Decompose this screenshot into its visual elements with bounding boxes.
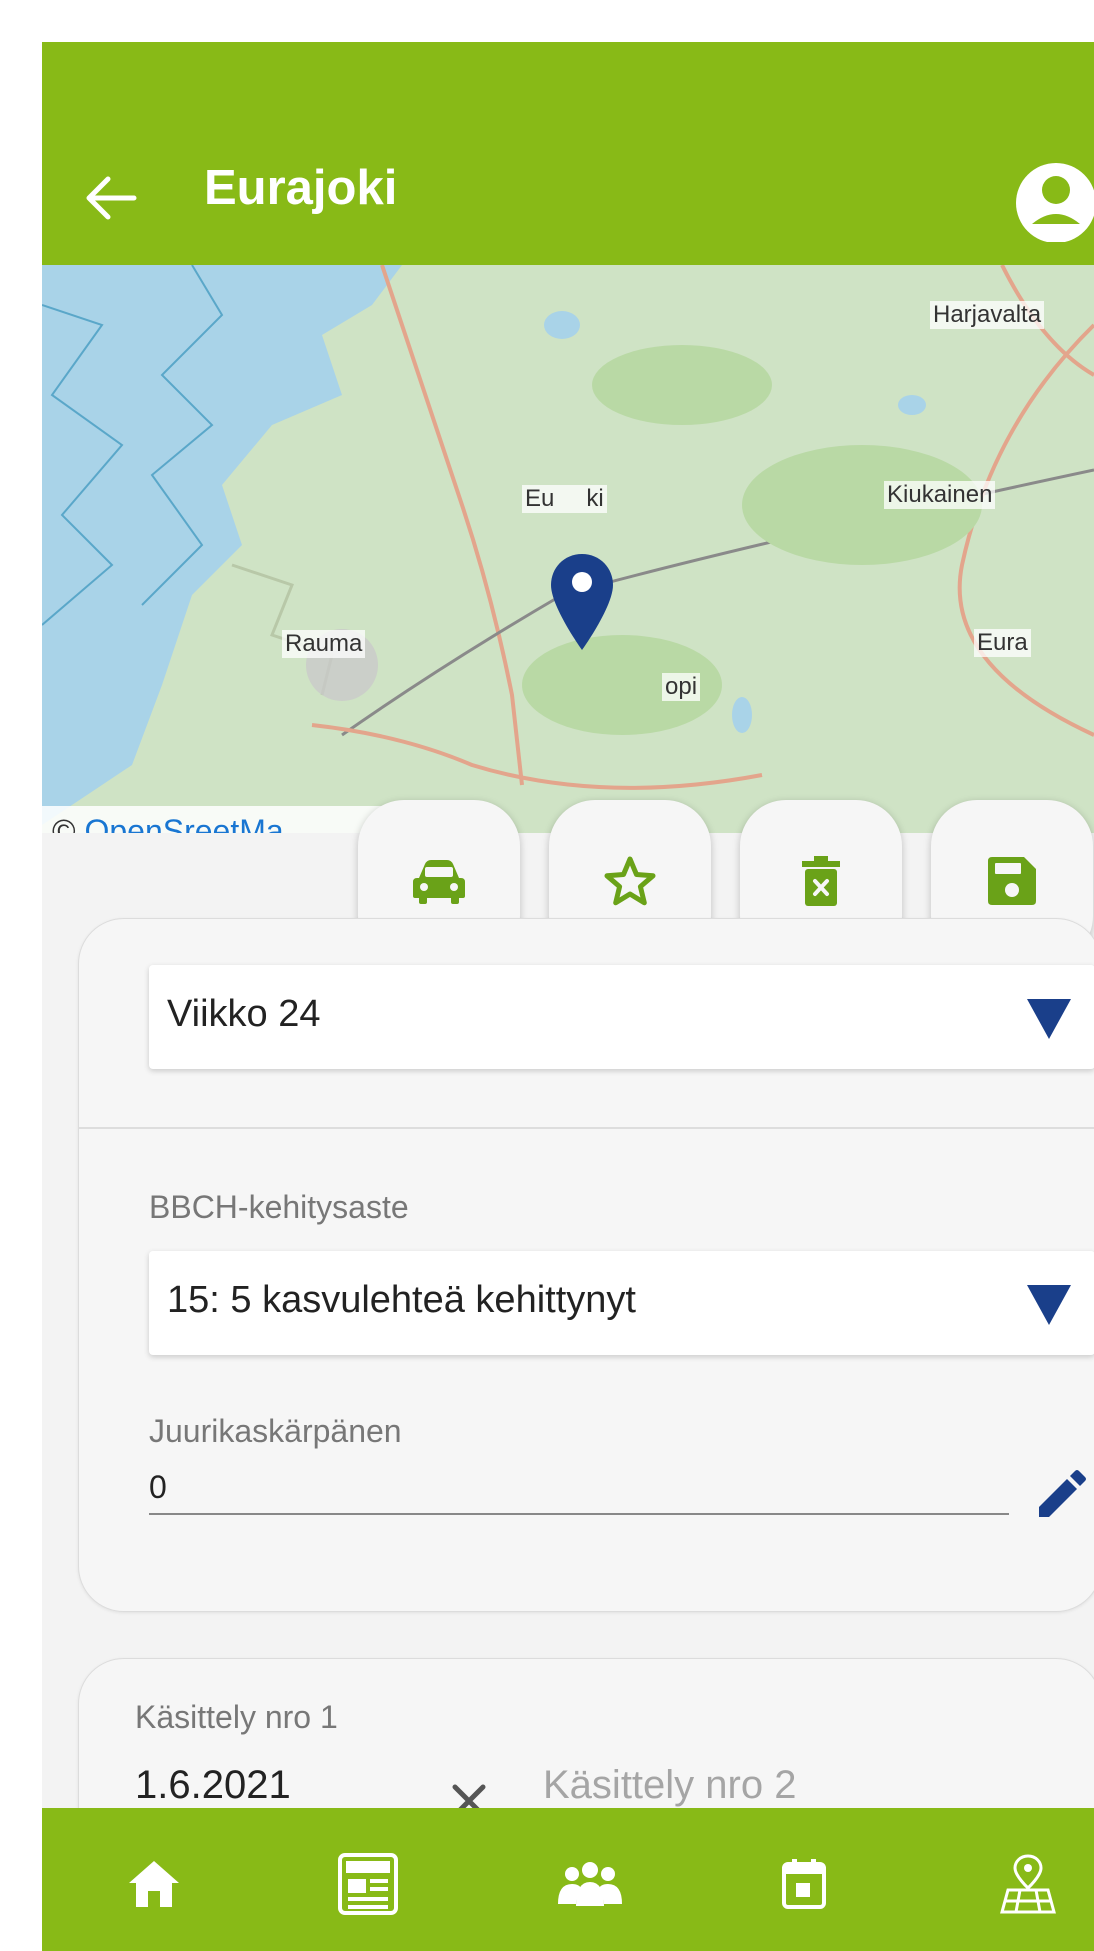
observation-card: Viikko 24 BBCH-kehitysaste 15: 5 kasvule… bbox=[78, 918, 1094, 1612]
bbch-select-value: 15: 5 kasvulehteä kehittynyt bbox=[167, 1279, 636, 1321]
map-label-rauma: Rauma bbox=[282, 630, 366, 658]
app-bar: Eurajoki bbox=[42, 42, 1094, 265]
bbch-select[interactable]: 15: 5 kasvulehteä kehittynyt bbox=[149, 1251, 1094, 1355]
card-divider bbox=[79, 1127, 1094, 1129]
trash-can-icon bbox=[802, 856, 840, 906]
treatment-2-label[interactable]: Käsittely nro 2 bbox=[543, 1763, 796, 1808]
bbch-label: BBCH-kehitysaste bbox=[149, 1189, 409, 1225]
arrow-left-icon bbox=[86, 176, 137, 220]
nav-field-map[interactable] bbox=[992, 1848, 1064, 1920]
map-label-harjavalta: Harjavalta bbox=[930, 301, 1045, 329]
map-label-eura: Eura bbox=[974, 629, 1031, 657]
pest-label: Juurikaskärpänen bbox=[149, 1413, 402, 1449]
map-marker-grid-icon bbox=[1000, 1854, 1056, 1914]
map-view[interactable]: Harjavalta Kiukainen Eura Rauma Eu ki opi… bbox=[42, 265, 1094, 833]
map-label-kiukainen: Kiukainen bbox=[884, 481, 996, 509]
pest-count-input[interactable]: 0 bbox=[149, 1469, 167, 1506]
week-select-value: Viikko 24 bbox=[167, 993, 321, 1035]
pencil-icon[interactable] bbox=[1035, 1469, 1087, 1521]
car-icon bbox=[413, 860, 465, 904]
back-button[interactable] bbox=[80, 168, 140, 228]
account-button[interactable] bbox=[1012, 160, 1094, 242]
app-screen: Eurajoki Harjavalta Kiukainen Eura Rauma… bbox=[42, 42, 1094, 1951]
nav-news[interactable] bbox=[332, 1848, 404, 1920]
map-label-eurajoki: Eu ki bbox=[522, 485, 607, 513]
map-tiles bbox=[42, 265, 1094, 833]
group-icon bbox=[558, 1862, 622, 1906]
floppy-disk-icon bbox=[988, 857, 1036, 905]
calendar-icon bbox=[782, 1859, 826, 1909]
page-title: Eurajoki bbox=[204, 161, 398, 215]
star-outline-icon bbox=[604, 856, 656, 906]
nav-home[interactable] bbox=[118, 1848, 190, 1920]
openstreetmap-link[interactable]: OpenSreetMa bbox=[84, 813, 283, 833]
week-select[interactable]: Viikko 24 bbox=[149, 965, 1094, 1069]
input-underline bbox=[149, 1513, 1009, 1515]
news-icon bbox=[338, 1853, 398, 1915]
map-marker-icon[interactable] bbox=[547, 552, 617, 652]
dropdown-arrow-icon bbox=[1027, 1285, 1071, 1325]
nav-community[interactable] bbox=[554, 1848, 626, 1920]
map-label-lappi: opi bbox=[662, 673, 701, 701]
treatment-1-label: Käsittely nro 1 bbox=[135, 1699, 338, 1735]
home-icon bbox=[129, 1861, 179, 1907]
dropdown-arrow-icon bbox=[1027, 999, 1071, 1039]
account-circle-icon bbox=[1016, 163, 1094, 242]
treatment-1-date[interactable]: 1.6.2021 bbox=[135, 1763, 291, 1808]
nav-calendar[interactable] bbox=[768, 1848, 840, 1920]
bottom-navigation bbox=[42, 1808, 1094, 1951]
